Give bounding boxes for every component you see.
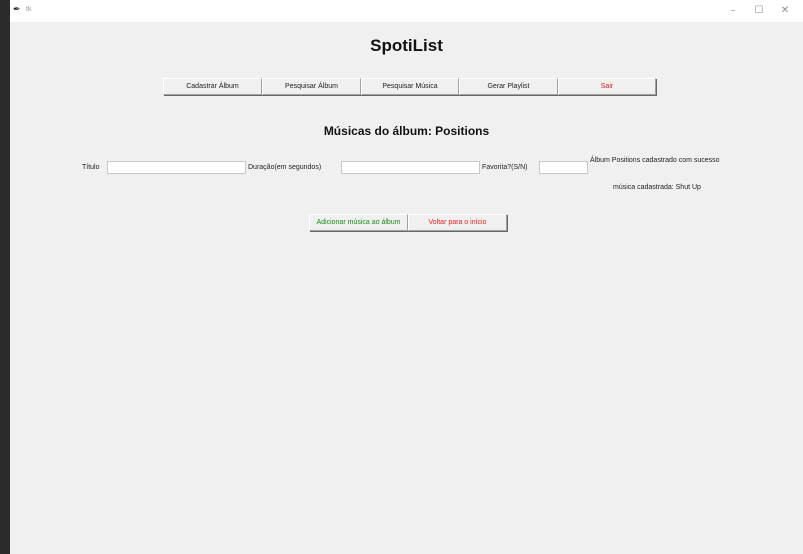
status-message-album: Álbum Positions cadastrado com sucesso: [590, 157, 720, 164]
cadastrar-album-button[interactable]: Cadastrar Álbum: [163, 78, 262, 95]
window-title: tk: [26, 6, 32, 13]
app-window: ✒ tk – ☐ ✕ SpotiList Cadastrar Álbum Pes…: [10, 0, 803, 554]
status-message-musica: música cadastrada: Shut Up: [613, 184, 701, 191]
maximize-icon[interactable]: ☐: [746, 3, 772, 19]
pesquisar-album-button[interactable]: Pesquisar Álbum: [262, 78, 361, 95]
duracao-label: Duração(em segundos): [248, 164, 322, 171]
feather-icon: ✒: [13, 5, 21, 15]
titulo-label: Título: [82, 164, 100, 171]
close-icon[interactable]: ✕: [772, 3, 798, 19]
add-musica-button[interactable]: Adicionar música ao álbum: [309, 214, 408, 231]
voltar-inicio-button[interactable]: Voltar para o início: [408, 214, 507, 231]
favorita-label: Favorita?(S/N): [482, 164, 528, 171]
app-title: SpotiList: [370, 36, 443, 55]
sair-button[interactable]: Sair: [558, 78, 656, 95]
title-bar[interactable]: ✒ tk – ☐ ✕: [10, 0, 803, 22]
duracao-input[interactable]: [341, 161, 480, 174]
section-title: Músicas do álbum: Positions: [323, 124, 490, 138]
gerar-playlist-button[interactable]: Gerar Playlist: [459, 78, 558, 95]
minimize-icon[interactable]: –: [720, 3, 746, 19]
pesquisar-musica-button[interactable]: Pesquisar Música: [361, 78, 459, 95]
favorita-input[interactable]: [539, 161, 588, 174]
titulo-input[interactable]: [107, 161, 246, 174]
